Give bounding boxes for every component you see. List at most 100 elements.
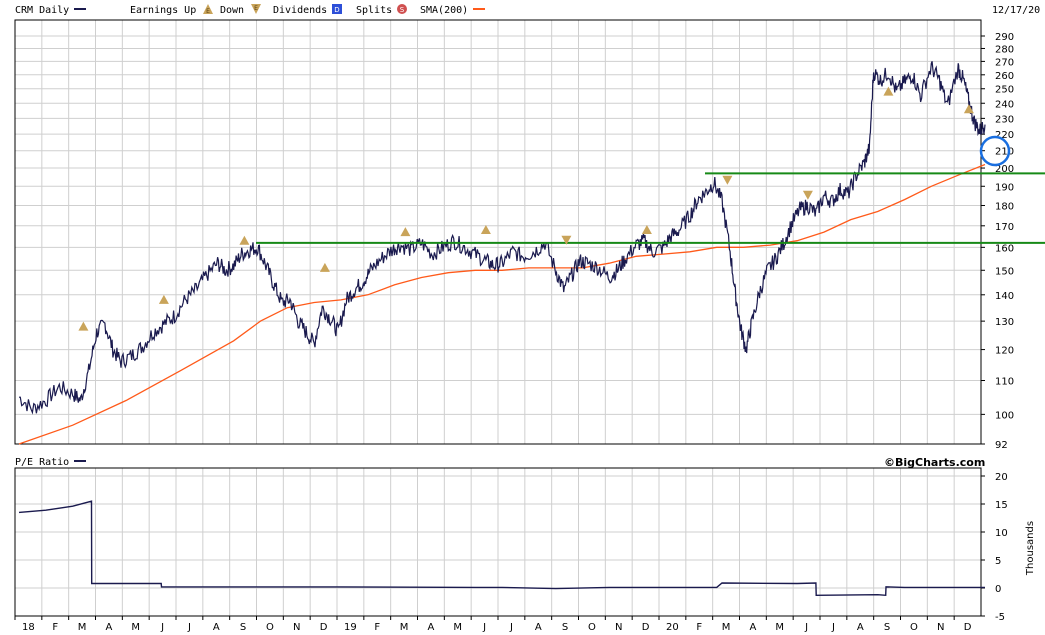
bigcharts-brand: ©BigCharts.com (884, 456, 985, 469)
pe-tick-label: 20 (995, 472, 1008, 483)
dividends-label: Dividends (273, 5, 327, 16)
price-tick-label: 230 (995, 114, 1014, 125)
earnings-up-label: Earnings Up (130, 5, 196, 16)
price-axis: 9210011012013014015016017018019020021022… (981, 32, 1014, 451)
month-tick-label: S (562, 622, 568, 633)
pe-unit-label: Thousands (1025, 521, 1036, 576)
month-tick-label: F (374, 622, 380, 633)
earnings-down-marker (722, 175, 733, 185)
pe-axis: -5 0 5 10 15 20 (981, 472, 1008, 623)
price-tick-label: 280 (995, 44, 1014, 55)
pe-layer (18, 500, 985, 597)
month-tick-label: N (293, 622, 300, 633)
svg-text:S: S (400, 6, 405, 14)
sma-layer (18, 163, 986, 445)
month-tick-label: D (642, 622, 650, 633)
month-axis: 18 F M A M J J A S O N D 19 F M A M J J A S O N D 20 F M A M J J A S O N D (14, 616, 972, 633)
month-tick-label: O (588, 622, 596, 633)
month-tick-label: J (831, 622, 835, 633)
month-tick-label: S (884, 622, 890, 633)
pe-line (18, 500, 985, 597)
split-icon: S (397, 4, 407, 14)
price-tick-label: 100 (995, 410, 1014, 421)
earnings-up-marker (480, 225, 491, 235)
month-tick-label: J (482, 622, 486, 633)
price-layer (19, 61, 986, 415)
pe-ratio-label: P/E Ratio (15, 457, 69, 468)
legend-bar: CRM Daily Earnings Up E Down E Dividends… (15, 4, 1040, 16)
price-tick-label: 260 (995, 71, 1014, 82)
price-line (19, 61, 986, 415)
month-tick-label: J (804, 622, 808, 633)
month-tick-label: J (187, 622, 191, 633)
month-tick-label: S (240, 622, 246, 633)
earnings-up-marker (963, 104, 974, 114)
month-tick-label: M (78, 622, 87, 633)
price-tick-label: 92 (995, 440, 1008, 451)
svg-text:E: E (206, 8, 210, 15)
month-tick-label: F (52, 622, 58, 633)
month-tick-label: D (964, 622, 972, 633)
month-tick-label: N (937, 622, 944, 633)
month-tick-label: A (535, 622, 542, 633)
month-tick-label: J (160, 622, 164, 633)
chart-canvas: CRM Daily Earnings Up E Down E Dividends… (14, 4, 1045, 633)
pe-tick-label: 15 (995, 500, 1008, 511)
earnings-up-marker (641, 225, 652, 235)
earnings-up-marker (78, 321, 89, 331)
month-tick-label: M (453, 622, 462, 633)
price-tick-label: 210 (995, 147, 1014, 158)
price-tick-label: 180 (995, 201, 1014, 212)
pe-tick-label: 10 (995, 528, 1008, 539)
month-tick-label: A (105, 622, 112, 633)
price-tick-label: 190 (995, 182, 1014, 193)
month-tick-label: M (400, 622, 409, 633)
ticker-label: CRM Daily (15, 5, 69, 16)
earnings-marker-layer (78, 86, 974, 331)
month-tick-label: M (131, 622, 140, 633)
earnings-down-icon: E (251, 4, 261, 14)
price-grid (14, 20, 982, 445)
sma-line (18, 163, 986, 445)
earnings-up-marker (400, 227, 411, 237)
month-tick-label: D (320, 622, 328, 633)
month-tick-label: N (615, 622, 622, 633)
month-tick-label: 18 (22, 622, 35, 633)
pe-panel: P/E Ratio ©BigCharts.com -5 0 5 10 15 20 Thou… (14, 456, 1036, 633)
pe-tick-label: -5 (995, 612, 1005, 623)
earnings-down-marker (802, 190, 813, 200)
dividend-icon: D (332, 4, 342, 14)
price-tick-label: 130 (995, 317, 1014, 328)
svg-text:D: D (334, 6, 339, 14)
pe-tick-label: 0 (995, 584, 1001, 595)
earnings-up-marker (239, 235, 250, 245)
price-tick-label: 120 (995, 346, 1014, 357)
month-tick-label: O (266, 622, 274, 633)
month-tick-label: M (775, 622, 784, 633)
month-tick-label: O (910, 622, 918, 633)
sma-label: SMA(200) (420, 5, 468, 16)
month-tick-label: A (213, 622, 220, 633)
earnings-up-marker (319, 262, 330, 272)
date-label: 12/17/20 (992, 5, 1040, 16)
month-tick-label: M (722, 622, 731, 633)
price-tick-label: 150 (995, 266, 1014, 277)
earnings-up-marker (158, 294, 169, 304)
month-tick-label: A (427, 622, 434, 633)
pe-tick-label: 5 (995, 556, 1001, 567)
price-tick-label: 110 (995, 376, 1014, 387)
price-tick-label: 160 (995, 243, 1014, 254)
price-tick-label: 290 (995, 32, 1014, 43)
month-tick-label: J (509, 622, 513, 633)
splits-label: Splits (356, 5, 392, 16)
pe-grid (14, 468, 982, 617)
month-tick-label: 20 (666, 622, 679, 633)
month-tick-label: A (857, 622, 864, 633)
price-panel: 9210011012013014015016017018019020021022… (14, 19, 1045, 451)
earnings-up-icon: E (203, 4, 213, 15)
month-tick-label: 19 (344, 622, 357, 633)
earnings-up-marker (883, 86, 894, 96)
price-tick-label: 250 (995, 85, 1014, 96)
svg-text:E: E (254, 5, 258, 12)
price-tick-label: 140 (995, 291, 1014, 302)
